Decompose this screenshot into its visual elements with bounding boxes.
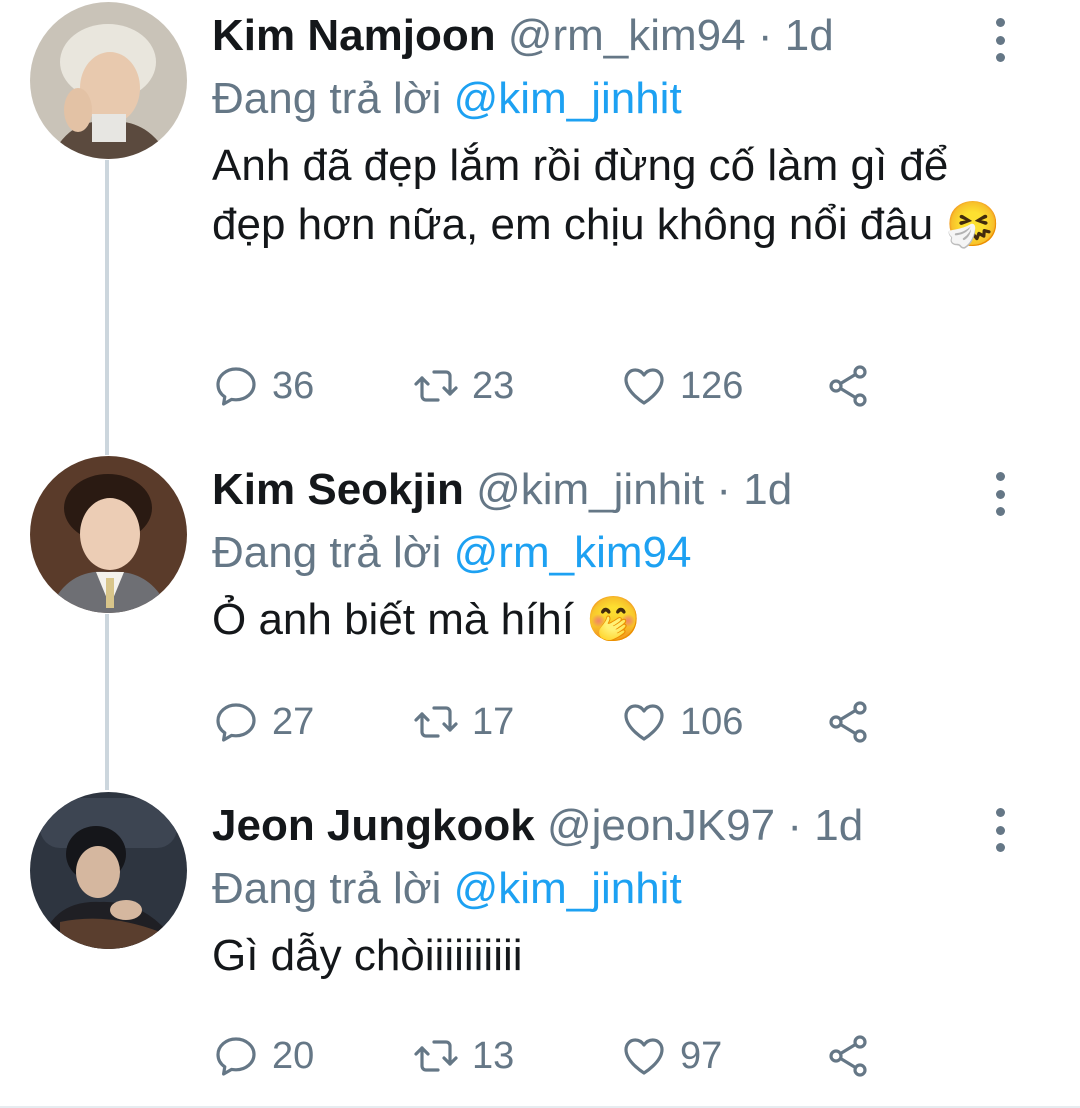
avatar[interactable] xyxy=(30,792,187,949)
mention-link[interactable]: @kim_jinhit xyxy=(454,74,682,123)
heart-icon xyxy=(624,368,664,405)
reply-count: 27 xyxy=(272,700,315,743)
retweet-count: 13 xyxy=(472,1034,515,1077)
replying-to: Đang trả lời @kim_jinhit xyxy=(212,860,1020,918)
replying-prefix: Đang trả lời xyxy=(212,864,442,913)
tweet-content: Jeon Jungkook @jeonJK97 · 1d Đang trả lờ… xyxy=(212,792,1020,985)
replying-to: Đang trả lời @rm_kim94 xyxy=(212,524,1020,582)
retweet-button[interactable]: 23 xyxy=(412,356,514,416)
tweet-body: Gì dẫy chòiiiiiiiiii xyxy=(212,931,523,980)
tweet-body: Ỏ anh biết mà híhí xyxy=(212,595,574,644)
display-name[interactable]: Jeon Jungkook xyxy=(212,801,535,850)
user-handle[interactable]: @jeonJK97 xyxy=(547,801,775,850)
mention-link[interactable]: @rm_kim94 xyxy=(454,528,692,577)
separator-dot: · xyxy=(716,465,732,514)
tweet-content: Kim Seokjin @kim_jinhit · 1d Đang trả lờ… xyxy=(212,456,1020,649)
avatar-image xyxy=(30,792,187,949)
retweet-count: 17 xyxy=(472,700,515,743)
share-icon xyxy=(829,1035,867,1077)
reply-count: 20 xyxy=(272,1034,315,1077)
tweet-content: Kim Namjoon @rm_kim94 · 1d Đang trả lời … xyxy=(212,2,1020,254)
share-icon xyxy=(829,701,867,743)
reply-icon xyxy=(216,1037,256,1076)
separator-dot: · xyxy=(787,801,802,850)
reply-button[interactable]: 20 xyxy=(212,1026,314,1086)
heart-icon xyxy=(624,704,664,741)
timestamp[interactable]: 1d xyxy=(743,465,792,514)
like-count: 97 xyxy=(680,1034,723,1077)
tweet-text: Anh đã đẹp lắm rồi đừng cố làm gì để đẹp… xyxy=(212,136,1020,254)
hand-over-mouth-emoji: 🤭 xyxy=(586,594,642,645)
reply-button[interactable]: 27 xyxy=(212,692,314,752)
heart-icon xyxy=(624,1038,664,1075)
share-button[interactable] xyxy=(824,356,884,416)
display-name[interactable]: Kim Namjoon xyxy=(212,11,496,60)
tweet-body: Anh đã đẹp lắm rồi đừng cố làm gì để đẹp… xyxy=(212,141,949,249)
user-handle[interactable]: @rm_kim94 xyxy=(508,11,746,60)
retweet-icon xyxy=(414,1040,458,1072)
retweet-icon xyxy=(414,706,458,738)
share-button[interactable] xyxy=(824,1026,884,1086)
tweet-actions: 27 17 106 xyxy=(212,692,912,752)
tweet-actions: 36 23 126 xyxy=(212,356,912,416)
tweet[interactable]: Kim Seokjin @kim_jinhit · 1d Đang trả lờ… xyxy=(0,456,1080,776)
replying-prefix: Đang trả lời xyxy=(212,528,442,577)
reply-count: 36 xyxy=(272,364,315,407)
tweet-header: Kim Seokjin @kim_jinhit · 1d xyxy=(212,456,1020,524)
sneezing-face-emoji: 🤧 xyxy=(945,199,1001,250)
tweet-text: Gì dẫy chòiiiiiiiiii xyxy=(212,926,1020,985)
tweet-actions: 20 13 97 xyxy=(212,1026,912,1086)
retweet-count: 23 xyxy=(472,364,515,407)
like-count: 106 xyxy=(680,700,744,743)
share-icon xyxy=(829,365,867,407)
reply-button[interactable]: 36 xyxy=(212,356,314,416)
separator-dot: · xyxy=(757,11,773,60)
like-button[interactable]: 126 xyxy=(620,356,743,416)
share-button[interactable] xyxy=(824,692,884,752)
reply-icon xyxy=(216,703,256,742)
retweet-icon xyxy=(414,370,458,402)
avatar[interactable] xyxy=(30,456,187,613)
reply-icon xyxy=(216,367,256,406)
display-name[interactable]: Kim Seokjin xyxy=(212,465,464,514)
tweet-header: Kim Namjoon @rm_kim94 · 1d xyxy=(212,2,1020,70)
avatar-image xyxy=(30,2,187,159)
replying-to: Đang trả lời @kim_jinhit xyxy=(212,70,1020,128)
more-vertical-icon[interactable] xyxy=(988,808,1012,852)
avatar[interactable] xyxy=(30,2,187,159)
retweet-button[interactable]: 13 xyxy=(412,1026,514,1086)
timestamp[interactable]: 1d xyxy=(814,801,863,850)
mention-link[interactable]: @kim_jinhit xyxy=(454,864,682,913)
tweet-text: Ỏ anh biết mà híhí 🤭 xyxy=(212,590,1020,649)
avatar-image xyxy=(30,456,187,613)
timestamp[interactable]: 1d xyxy=(785,11,834,60)
like-button[interactable]: 97 xyxy=(620,1026,722,1086)
more-vertical-icon[interactable] xyxy=(988,472,1012,516)
user-handle[interactable]: @kim_jinhit xyxy=(476,465,704,514)
tweet[interactable]: Kim Namjoon @rm_kim94 · 1d Đang trả lời … xyxy=(0,2,1080,442)
replying-prefix: Đang trả lời xyxy=(212,74,442,123)
tweet-header: Jeon Jungkook @jeonJK97 · 1d xyxy=(212,792,1020,860)
retweet-button[interactable]: 17 xyxy=(412,692,514,752)
like-button[interactable]: 106 xyxy=(620,692,743,752)
more-vertical-icon[interactable] xyxy=(988,18,1012,62)
like-count: 126 xyxy=(680,364,744,407)
tweet[interactable]: Jeon Jungkook @jeonJK97 · 1d Đang trả lờ… xyxy=(0,792,1080,1108)
